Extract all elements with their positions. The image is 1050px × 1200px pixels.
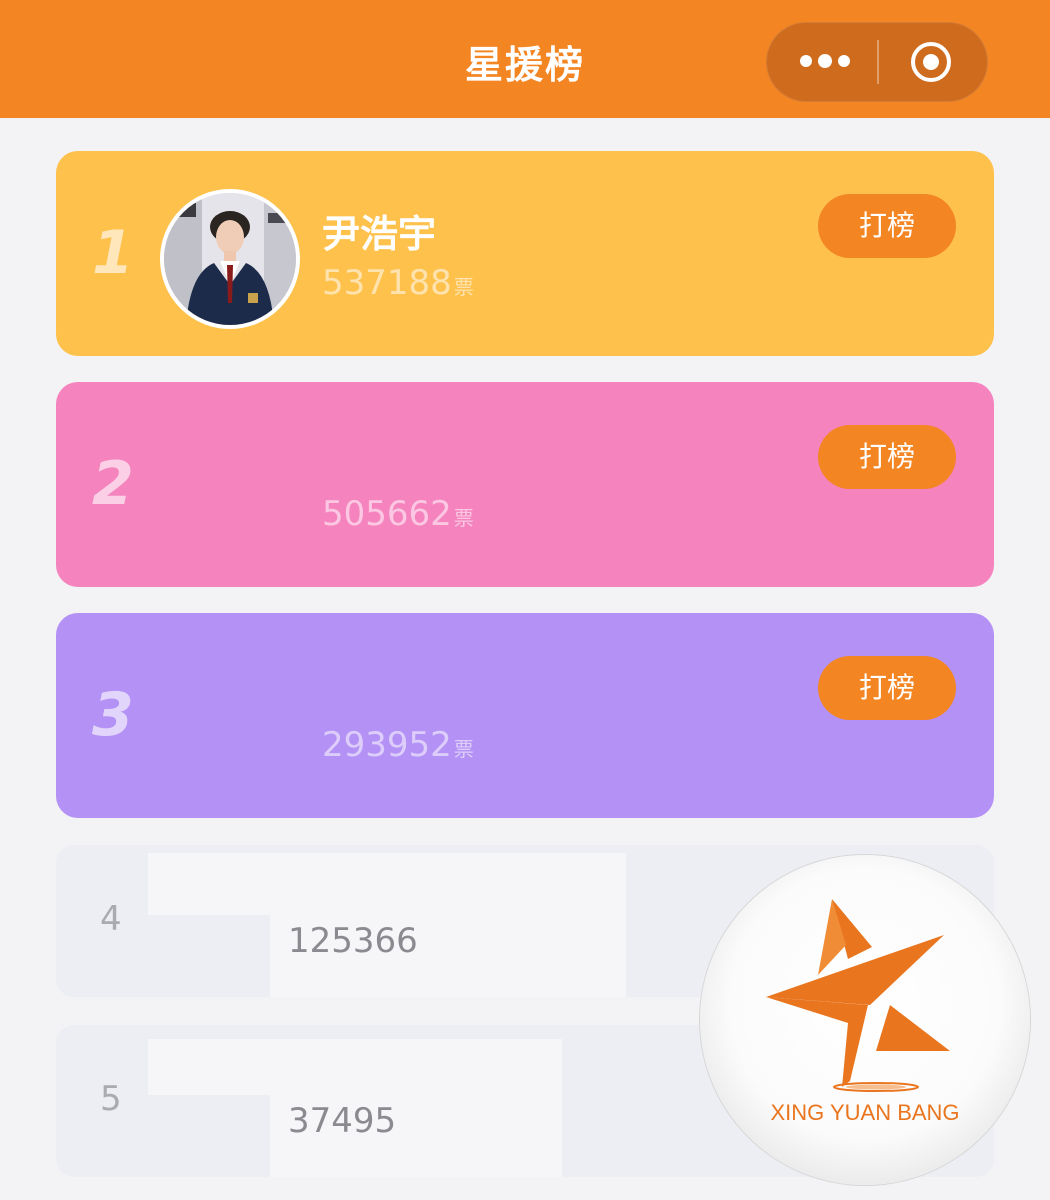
vote-button[interactable]: 打榜	[818, 425, 956, 489]
vote-number: 125366	[288, 921, 418, 961]
rank-card-2[interactable]: 2 505662 票 打榜	[56, 382, 994, 587]
vote-unit: 票	[453, 275, 474, 299]
redacted-name-block	[148, 853, 626, 915]
vote-number: 37495	[288, 1101, 397, 1141]
vote-count: 293952 票	[322, 725, 474, 765]
star-name: 尹浩宇	[322, 212, 437, 256]
xing-yuan-bang-logo: XING YUAN BANG	[700, 855, 1030, 1185]
mini-program-capsule	[766, 22, 988, 102]
vote-count: 505662 票	[322, 494, 474, 534]
more-dots-icon[interactable]	[800, 51, 856, 71]
vote-number: 537188	[322, 263, 452, 303]
vote-button[interactable]: 打榜	[818, 656, 956, 720]
rank-card-3[interactable]: 3 293952 票 打榜	[56, 613, 994, 818]
vote-unit: 票	[453, 737, 474, 761]
rank-number: 1	[92, 218, 134, 288]
vote-number: 293952	[322, 725, 452, 765]
vote-count: 537188 票	[322, 263, 474, 303]
vote-number: 505662	[322, 494, 452, 534]
rank-number: 2	[92, 449, 134, 519]
capsule-divider	[877, 40, 879, 84]
ranking-page: 星援榜 1 尹浩宇 537188 票 打榜 2 505662 票 打榜 3 29…	[0, 0, 1050, 1200]
nav-bar: 星援榜	[0, 0, 1050, 118]
vote-unit: 票	[453, 506, 474, 530]
rank-card-1[interactable]: 1 尹浩宇 537188 票 打榜	[56, 151, 994, 356]
vote-button[interactable]: 打榜	[818, 194, 956, 258]
avatar	[160, 189, 300, 329]
rank-number: 5	[100, 1079, 122, 1119]
redacted-name-block	[148, 1039, 562, 1095]
logo-wordmark: XING YUAN BANG	[770, 1100, 959, 1125]
target-close-icon[interactable]	[909, 40, 953, 84]
rank-number: 4	[100, 899, 122, 939]
rank-number: 3	[92, 680, 134, 750]
